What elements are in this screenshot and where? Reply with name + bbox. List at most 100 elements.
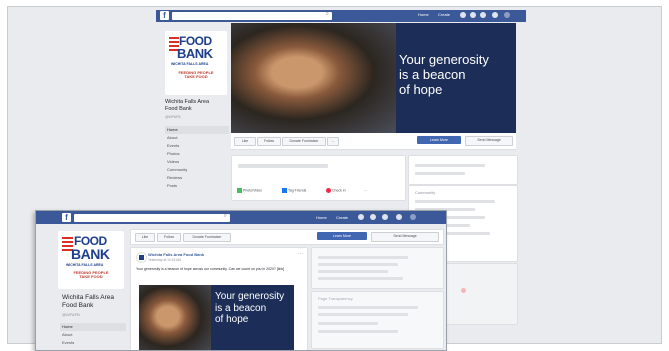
post-tagline-line3: of hope [215, 314, 249, 325]
search-input[interactable]: ⌕ [172, 11, 332, 20]
account-menu-icon[interactable] [504, 12, 510, 18]
foreground-browser-window: f ⌕ Home Create FOOD BANK WICHITA FALLS … [35, 210, 447, 351]
follow-label: Follow [263, 139, 275, 143]
child-photo [231, 23, 396, 133]
nav-create[interactable]: Create [438, 12, 450, 17]
learn-more-label: Learn More [430, 138, 448, 142]
post-card: Wichita Falls Area Food Bank Yesterday a… [130, 247, 308, 350]
page-handle: @WFAFB [165, 115, 181, 119]
nav-home[interactable]: Home [418, 12, 429, 17]
facebook-logo-icon[interactable]: f [62, 213, 71, 222]
donate-label: Donate Fundraiser [289, 139, 319, 143]
check-in-icon [326, 188, 331, 193]
child-photo [139, 285, 211, 350]
composer-more-chip[interactable]: ... [364, 188, 367, 192]
sidebar-item-community[interactable]: Community [165, 166, 229, 174]
post-timestamp[interactable]: Yesterday at 10:19 AM [148, 258, 181, 262]
follow-button[interactable]: Follow [157, 233, 181, 242]
sidebar-item-home[interactable]: Home [165, 126, 229, 134]
right-info-card [408, 155, 518, 185]
search-icon[interactable]: ⌕ [224, 213, 227, 220]
nav-home-front[interactable]: Home [316, 215, 327, 220]
help-icon[interactable] [492, 12, 498, 18]
composer-placeholder[interactable] [238, 164, 328, 168]
post-image-tagline: Your generosity is a beacon of hope [215, 291, 284, 326]
transparency-line [318, 306, 418, 309]
notifications-icon[interactable] [480, 12, 486, 18]
facebook-top-bar-front: f ⌕ Home Create [36, 211, 446, 224]
facebook-top-bar: f ⌕ Home Create [156, 10, 526, 22]
nav-create-front[interactable]: Create [336, 215, 348, 220]
sidebar-item-events[interactable]: Events [165, 142, 229, 150]
donate-button[interactable]: Donate Fundraiser [282, 137, 326, 146]
sidebar-item-about[interactable]: About [60, 331, 126, 339]
follow-button[interactable]: Follow [257, 137, 281, 146]
cover-photo: Your generosity is a beacon of hope [231, 23, 516, 133]
sidebar-item-about[interactable]: About [165, 134, 229, 142]
page-logo: FOOD BANK WICHITA FALLS AREA FEEDING PEO… [165, 31, 227, 95]
like-button[interactable]: Like [135, 233, 155, 242]
page-action-bar-front: Like Follow Donate Fundraiser Learn More… [130, 229, 444, 245]
info-line [415, 172, 465, 175]
page-name-line1: Wichita Falls Area [165, 99, 210, 105]
sidebar-nav-front: Home About Events [60, 323, 126, 347]
like-button[interactable]: Like [234, 137, 256, 146]
friends-icon[interactable] [460, 12, 466, 18]
post-image[interactable]: Your generosity is a beacon of hope [139, 285, 294, 350]
photo-video-label: Photo/Video [243, 188, 263, 193]
follow-label: Follow [163, 235, 175, 239]
send-message-button[interactable]: Send Message [371, 232, 439, 242]
sidebar-item-home[interactable]: Home [60, 323, 126, 331]
sidebar-item-photos[interactable]: Photos [165, 150, 229, 158]
photo-video-chip[interactable]: Photo/Video [237, 188, 262, 193]
composer-card: Photo/Video Tag Friends Check in ... [231, 155, 406, 201]
tag-friends-label: Tag Friends [288, 188, 307, 193]
logo-text-bank: BANK [177, 46, 213, 61]
help-icon[interactable] [396, 214, 402, 220]
post-author[interactable]: Wichita Falls Area Food Bank [148, 252, 204, 257]
donate-button[interactable]: Donate Fundraiser [183, 233, 231, 242]
search-icon[interactable]: ⌕ [326, 11, 329, 18]
send-message-label: Send Message [477, 138, 501, 142]
cover-tagline: Your generosity is a beacon of hope [399, 52, 489, 98]
sidebar-item-videos[interactable]: Videos [165, 158, 229, 166]
cover-tagline-line3: of hope [399, 81, 443, 97]
page-name-line2: Food Bank [165, 105, 192, 112]
page-name-line2: Food Bank [62, 302, 94, 310]
info-line [415, 164, 485, 167]
friends-icon[interactable] [358, 214, 364, 220]
more-button[interactable]: ... [327, 137, 339, 146]
account-menu-icon[interactable] [410, 214, 416, 220]
like-label: Like [141, 235, 149, 239]
page-handle-front: @WFAFB [62, 312, 80, 317]
transparency-line [318, 313, 408, 316]
about-line [318, 270, 388, 273]
facebook-logo-icon[interactable]: f [160, 11, 169, 20]
post-avatar[interactable] [136, 252, 147, 263]
cover-tagline-line2: is a beacon [399, 66, 466, 82]
send-message-button[interactable]: Send Message [465, 136, 513, 146]
tag-friends-chip[interactable]: Tag Friends [282, 188, 306, 193]
check-in-chip[interactable]: Check in [326, 188, 346, 193]
search-input-front[interactable]: ⌕ [74, 213, 230, 222]
send-message-label: Send Message [393, 234, 417, 238]
community-line [415, 200, 495, 203]
right-about-card [311, 247, 444, 289]
page-name: Wichita Falls Area Food Bank [165, 99, 209, 113]
learn-more-button[interactable]: Learn More [417, 136, 461, 144]
sidebar-item-posts[interactable]: Posts [165, 182, 229, 190]
messenger-icon[interactable] [470, 12, 476, 18]
sidebar-item-events[interactable]: Events [60, 339, 126, 347]
post-options-icon[interactable]: ··· [298, 251, 303, 257]
cover-tagline-line1: Your generosity [399, 52, 489, 67]
logo-subtitle: WICHITA FALLS AREA [66, 263, 104, 267]
more-label: ... [331, 139, 335, 143]
sidebar-item-reviews[interactable]: Reviews [165, 174, 229, 182]
avatar-flag [139, 255, 144, 260]
page-logo-front: FOOD BANK WICHITA FALLS AREA FEEDING PEO… [58, 231, 124, 289]
notifications-icon[interactable] [382, 214, 388, 220]
logo-tagline: FEEDING PEOPLE TAKE FOOD [73, 270, 109, 280]
learn-more-button[interactable]: Learn More [317, 232, 367, 240]
messenger-icon[interactable] [370, 214, 376, 220]
donate-label: Donate Fundraiser [192, 235, 222, 239]
